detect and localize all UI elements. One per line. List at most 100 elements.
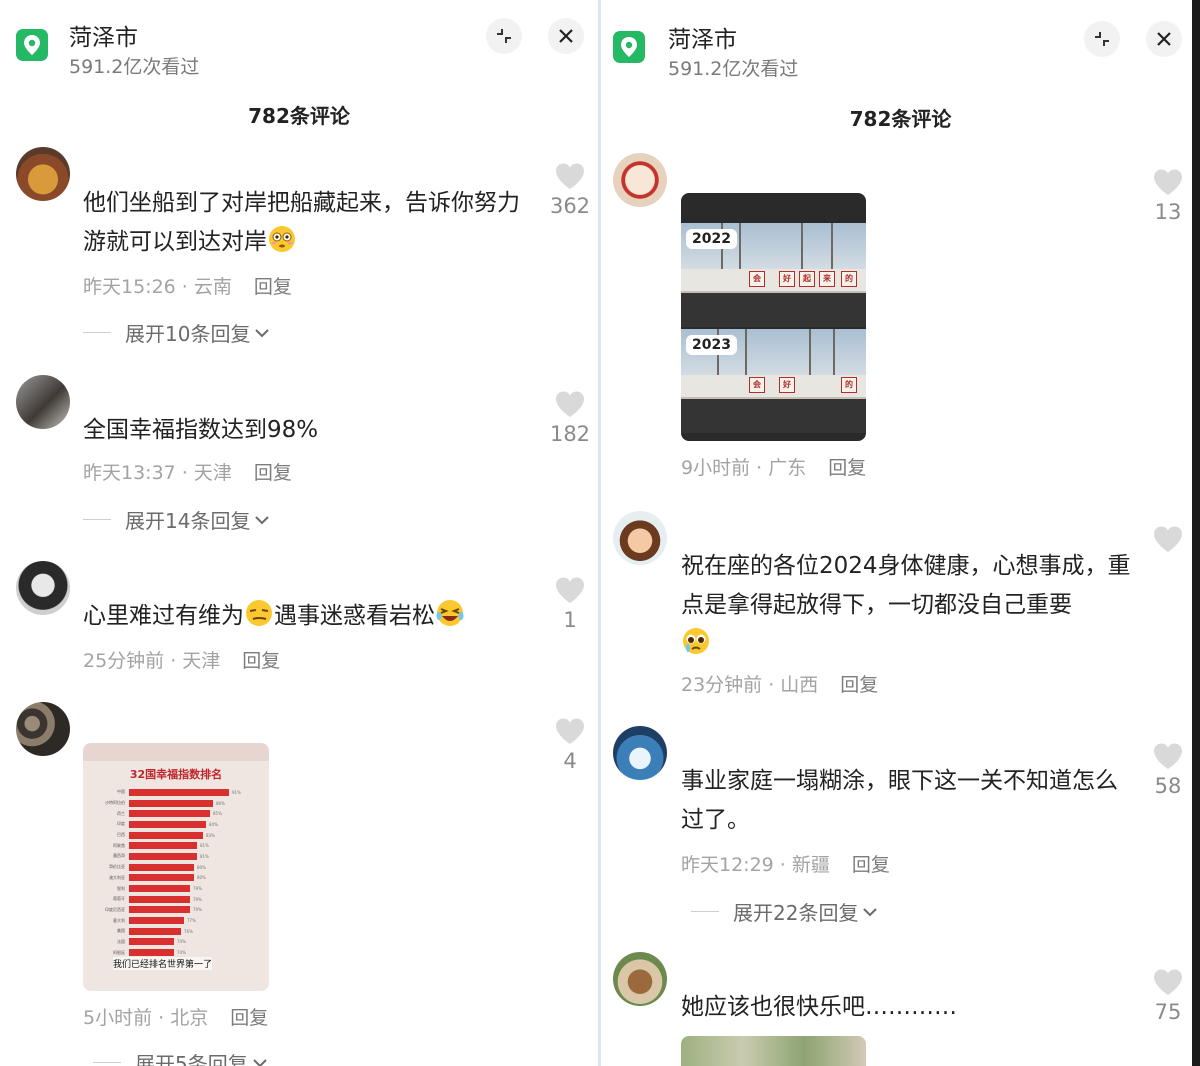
close-icon xyxy=(559,29,573,43)
like-count: 1 xyxy=(563,608,577,632)
like-button[interactable]: 75 xyxy=(1138,968,1198,1024)
photo-sign: 的 xyxy=(841,271,857,287)
bar-country-label: 澳大利亚 xyxy=(109,874,125,880)
reply-button[interactable]: 回复 xyxy=(840,674,878,696)
collapse-button[interactable] xyxy=(486,18,522,54)
like-button[interactable]: 13 xyxy=(1138,168,1198,224)
photo-2022: 会 好 起 来 的 2022 xyxy=(681,223,866,327)
like-button[interactable]: 182 xyxy=(540,390,598,446)
chart-bar-row: 中国 91% xyxy=(93,787,253,798)
bar-percent-label: 91% xyxy=(232,789,241,795)
bar-percent-label: 79% xyxy=(193,886,202,892)
bar-country-label: 葡萄牙 xyxy=(113,896,125,902)
location-pin-icon[interactable] xyxy=(613,31,645,63)
like-count: 13 xyxy=(1154,200,1182,224)
expand-replies-button[interactable]: 展开22条回复 xyxy=(691,897,878,926)
bar xyxy=(129,810,210,818)
comment-image-chart[interactable]: 32国幸福指数排名 中国 91% 沙特阿拉伯 86% 荷兰 85% 印度 84% 巴西 83% 阿联… xyxy=(83,743,269,991)
bar xyxy=(129,917,184,925)
reply-button[interactable]: 回复 xyxy=(254,276,292,298)
bar xyxy=(129,874,194,882)
avatar[interactable] xyxy=(613,153,667,207)
bar-country-label: 意大利 xyxy=(113,917,125,923)
avatar[interactable] xyxy=(16,561,70,615)
view-count: 591.2亿次看过 xyxy=(668,58,799,80)
like-button[interactable]: 4 xyxy=(540,717,598,773)
bar-country-label: 阿联酋 xyxy=(113,842,125,848)
photo-sign: 的 xyxy=(841,377,857,393)
bar-country-label: 美国 xyxy=(117,928,125,934)
chart-bar-row: 阿联酋 81% xyxy=(93,840,253,851)
heart-icon xyxy=(1154,969,1182,995)
photo-sign: 好 xyxy=(779,377,795,393)
bar-percent-label: 81% xyxy=(200,843,209,849)
close-icon xyxy=(1157,32,1171,46)
like-button[interactable] xyxy=(1138,525,1198,557)
bar xyxy=(129,927,181,935)
bar-country-label: 法国 xyxy=(117,938,125,944)
like-button[interactable]: 58 xyxy=(1138,742,1198,798)
reply-button[interactable]: 回复 xyxy=(852,854,890,876)
avatar[interactable] xyxy=(16,375,70,429)
like-count: 182 xyxy=(549,422,591,446)
reply-button[interactable]: 回复 xyxy=(242,650,280,672)
avatar[interactable] xyxy=(613,952,667,1006)
heart-icon xyxy=(556,391,584,417)
comment-meta: 25分钟前 · 天津 回复 xyxy=(83,650,281,672)
comment-meta: 昨天12:29 · 新疆 回复 xyxy=(681,854,890,876)
left-comment-panel: 菏泽市 591.2亿次看过 782条评论 他们坐船到了对岸把船藏起来，告诉你努力… xyxy=(0,0,598,1066)
heart-icon xyxy=(1154,169,1182,195)
like-button[interactable]: 1 xyxy=(540,576,598,632)
bar-percent-label: 80% xyxy=(197,864,206,870)
chart-bars: 中国 91% 沙特阿拉伯 86% 荷兰 85% 印度 84% 巴西 83% 阿联酋 81% 墨西哥 81%… xyxy=(93,787,253,958)
reply-button[interactable]: 回复 xyxy=(230,1007,268,1029)
photo-sign: 会 xyxy=(749,377,765,393)
collapse-button[interactable] xyxy=(1084,21,1120,57)
bar-country-label: 印度尼西亚 xyxy=(105,906,125,912)
location-pin-icon[interactable] xyxy=(16,29,48,61)
bar-country-label: 智利 xyxy=(117,885,125,891)
avatar[interactable] xyxy=(16,702,70,756)
comment-text: 全国幸福指数达到98% xyxy=(83,417,319,443)
bar-country-label: 阿根廷 xyxy=(113,949,125,955)
chart-bar-row: 葡萄牙 79% xyxy=(93,894,253,905)
comment-text: 事业家庭一塌糊涂，眼下这一关不知道怎么过了。 xyxy=(681,768,1118,833)
comment-image-thumbnail[interactable] xyxy=(681,1036,866,1066)
bar-percent-label: 77% xyxy=(187,918,196,924)
expand-replies-button[interactable]: 展开14条回复 xyxy=(83,505,270,534)
chart-image-caption: 我们已经排名世界第一了 xyxy=(113,957,213,970)
comment-image-photo[interactable]: 会 好 起 来 的 2022 会 好 的 2023 xyxy=(681,193,866,441)
expand-replies-button[interactable]: 展开10条回复 xyxy=(83,318,270,347)
comment-meta: 9小时前 · 广东 回复 xyxy=(681,457,867,479)
view-count: 591.2亿次看过 xyxy=(69,56,200,78)
like-count: 4 xyxy=(563,749,577,773)
bar-percent-label: 83% xyxy=(206,832,215,838)
photo-sign: 会 xyxy=(749,271,765,287)
reply-button[interactable]: 回复 xyxy=(254,462,292,484)
bar-country-label: 墨西哥 xyxy=(113,853,125,859)
right-comment-panel: 菏泽市 591.2亿次看过 782条评论 13 9小时前 · 广东 回复 祝在座的… xyxy=(601,0,1200,1066)
location-title[interactable]: 菏泽市 xyxy=(668,20,737,54)
photo-sign: 起 xyxy=(799,271,815,287)
bar-percent-label: 79% xyxy=(193,907,202,913)
bar xyxy=(129,799,213,807)
close-button[interactable] xyxy=(548,18,584,54)
bar xyxy=(129,885,190,893)
like-button[interactable]: 362 xyxy=(540,162,598,218)
chevron-down-icon xyxy=(253,1058,267,1066)
reply-button[interactable]: 回复 xyxy=(828,457,866,479)
chart-bar-row: 荷兰 85% xyxy=(93,808,253,819)
avatar[interactable] xyxy=(613,511,667,565)
avatar[interactable] xyxy=(613,726,667,780)
photo-2023: 会 好 的 2023 xyxy=(681,329,866,433)
comment-text: 她应该也很快乐吧………… xyxy=(681,994,957,1020)
location-title[interactable]: 菏泽市 xyxy=(69,18,138,52)
close-button[interactable] xyxy=(1146,21,1182,57)
bar-percent-label: 79% xyxy=(193,896,202,902)
bar xyxy=(129,852,197,860)
expand-replies-button[interactable]: 展开5条回复 xyxy=(93,1048,268,1066)
bar xyxy=(129,906,190,914)
like-count: 362 xyxy=(549,194,591,218)
avatar[interactable] xyxy=(16,147,70,201)
bar-country-label: 印度 xyxy=(117,821,125,827)
